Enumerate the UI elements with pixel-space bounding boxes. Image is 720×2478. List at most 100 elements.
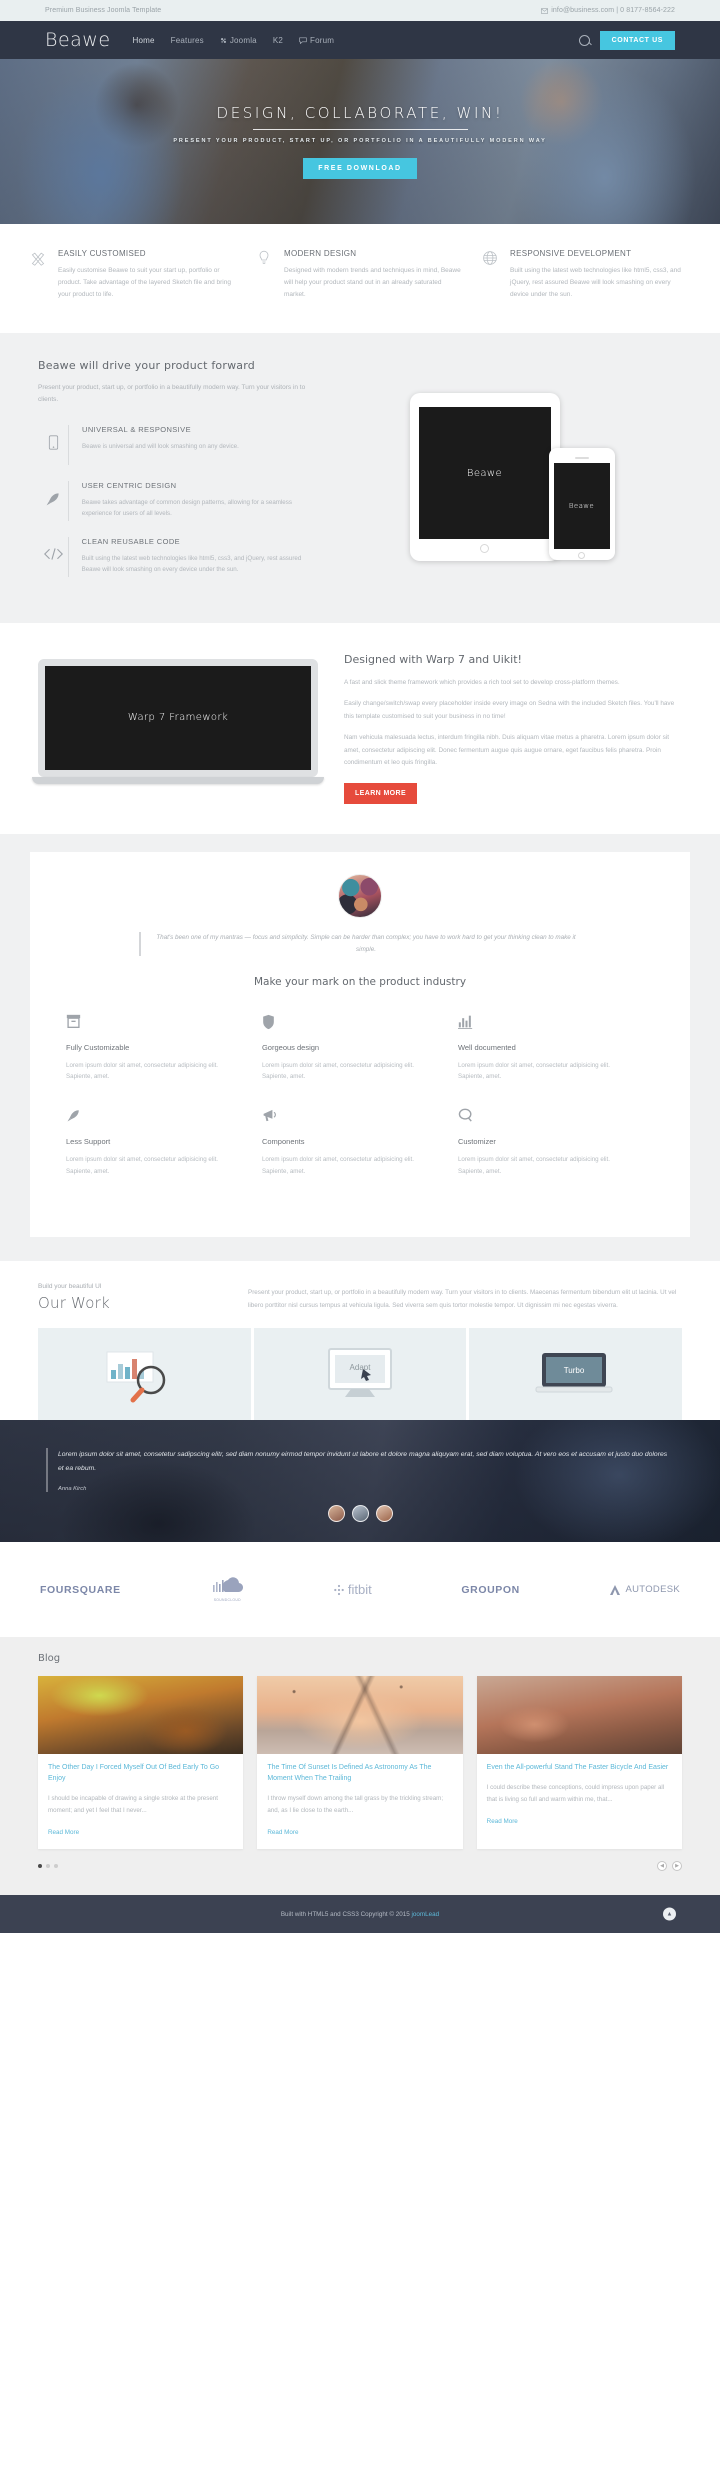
work-tile-analytics[interactable] xyxy=(38,1328,254,1421)
mark-section: That's been one of my mantras — focus an… xyxy=(0,833,720,1262)
chevron-left-icon[interactable]: ◀ xyxy=(657,1861,667,1872)
code-icon xyxy=(38,537,68,561)
nav-item-features-label: Features xyxy=(170,35,204,45)
soundcloud-logo: SOUNDCLOUD xyxy=(210,1577,244,1602)
main-navbar: Beawe Home Features Joomla K2 Forum CONT… xyxy=(0,21,720,59)
globe-icon xyxy=(482,249,500,301)
drive-item-universal-responsive: UNIVERSAL & RESPONSIVE Beawe is universa… xyxy=(38,424,313,465)
landing-page: Premium Business Joomla Template info@bu… xyxy=(0,0,720,1934)
nav-item-k2[interactable]: K2 xyxy=(273,36,283,45)
fitbit-logo-label: fitbit xyxy=(347,1582,372,1598)
drive-item-divider xyxy=(68,424,69,465)
joomla-icon xyxy=(220,37,226,43)
monitor-cursor-illustration: Adapt xyxy=(328,1348,392,1398)
hero-title: DESIGN, COLLABORATE, WIN! xyxy=(216,104,504,122)
blog-card-title[interactable]: The Other Day I Forced Myself Out Of Bed… xyxy=(48,1763,233,1785)
device-mockups: Beawe Beawe xyxy=(337,359,682,593)
work-heading: Our Work xyxy=(38,1294,110,1313)
drive-item-title: USER CENTRIC DESIGN xyxy=(81,480,177,490)
blog-card[interactable]: Even the All-powerful Stand The Faster B… xyxy=(476,1676,682,1850)
mark-quote: That's been one of my mantras — focus an… xyxy=(66,931,654,956)
phone-mockup: Beawe xyxy=(548,448,615,561)
svg-text:Turbo: Turbo xyxy=(563,1366,584,1375)
work-tile-laptop[interactable]: Turbo xyxy=(469,1328,683,1421)
work-kicker: Build your beautiful UI xyxy=(38,1283,102,1291)
blog-section: Blog The Other Day I Forced Myself Out O… xyxy=(0,1637,720,1896)
testimonial-band: Lorem ipsum dolor sit amet, consetetur s… xyxy=(0,1420,720,1543)
blog-card-excerpt: I could describe these conceptions, coul… xyxy=(486,1784,665,1803)
drive-item-text: Beawe is universal and will look smashin… xyxy=(82,442,239,450)
laptop-turbo-illustration: Turbo xyxy=(535,1353,613,1393)
bicycle-photo xyxy=(476,1676,682,1755)
mark-item-text: Lorem ipsum dolor sit amet, consectetur … xyxy=(66,1156,219,1175)
testimonial-avatars xyxy=(46,1504,674,1522)
testimonial-avatar-3[interactable] xyxy=(375,1504,393,1522)
autodesk-logo-label: AUTODESK xyxy=(625,1584,680,1596)
page-footer: Built with HTML5 and CSS3 Copyright © 20… xyxy=(0,1895,720,1934)
top-bar-contact-text: info@business.com | 0 8177-8564-222 xyxy=(551,7,675,14)
drive-item-title: CLEAN REUSABLE CODE xyxy=(81,536,181,546)
pencils-cross-icon xyxy=(30,249,48,301)
nav-item-home[interactable]: Home xyxy=(133,36,155,45)
drive-item-text: Beawe takes advantage of common design p… xyxy=(81,498,292,517)
client-logos: FOURSQUARE SOUNDCLOUD fitbit GROUPON AUT… xyxy=(0,1542,720,1638)
mark-item-well-documented: Well documented Lorem ipsum dolor sit am… xyxy=(457,1014,654,1083)
contact-us-button[interactable]: CONTACT US xyxy=(599,30,675,50)
free-download-button[interactable]: FREE DOWNLOAD xyxy=(303,158,417,179)
mark-item-text: Lorem ipsum dolor sit amet, consectetur … xyxy=(457,1156,610,1175)
mark-item-title: Fully Customizable xyxy=(66,1042,130,1052)
chevron-up-icon[interactable]: ▲ xyxy=(663,1907,676,1921)
footer-link[interactable]: joomLead xyxy=(411,1911,439,1918)
groupon-logo: GROUPON xyxy=(461,1584,519,1596)
carousel-dot-1[interactable] xyxy=(38,1864,42,1869)
search-icon[interactable] xyxy=(578,34,590,46)
testimonial-author: Anna Kirch xyxy=(58,1485,87,1492)
work-tiles: Adapt Turbo xyxy=(0,1312,720,1421)
laptop-screen: Warp 7 Framework xyxy=(38,658,318,777)
quote-accent-bar xyxy=(139,931,141,956)
nav-item-home-label: Home xyxy=(132,35,155,45)
brand-logo[interactable]: Beawe xyxy=(45,29,111,51)
blog-card-title[interactable]: Even the All-powerful Stand The Faster B… xyxy=(487,1763,672,1774)
tablet-home-button xyxy=(480,544,489,554)
blog-card-excerpt: I throw myself down among the tall grass… xyxy=(267,1795,444,1814)
testimonial-avatar-2[interactable] xyxy=(351,1504,369,1522)
nav-item-joomla[interactable]: Joomla xyxy=(220,36,257,45)
blog-cards: The Other Day I Forced Myself Out Of Bed… xyxy=(38,1676,682,1850)
mark-item-title: Less Support xyxy=(66,1137,111,1147)
warp-section: Warp 7 Framework Designed with Warp 7 an… xyxy=(0,622,720,834)
mark-feature-grid: Fully Customizable Lorem ipsum dolor sit… xyxy=(66,1014,654,1204)
carousel-dot-2[interactable] xyxy=(46,1864,50,1869)
blog-card[interactable]: The Other Day I Forced Myself Out Of Bed… xyxy=(38,1676,244,1850)
foursquare-logo-label: FOURSQUARE xyxy=(40,1583,121,1596)
drive-intro: Present your product, start up, or portf… xyxy=(38,384,306,404)
feature-columns: EASILY CUSTOMISED Easily customise Beawe… xyxy=(0,224,720,334)
nav-item-forum[interactable]: Forum xyxy=(299,36,334,45)
carousel-arrows: ◀ ▶ xyxy=(657,1861,682,1872)
read-more-link[interactable]: Read More xyxy=(48,1829,79,1836)
phone-screen: Beawe xyxy=(553,462,610,549)
testimonial-avatar-1[interactable] xyxy=(327,1504,345,1522)
work-text: Present your product, start up, or portf… xyxy=(248,1289,677,1309)
fitbit-dots-icon xyxy=(334,1584,344,1596)
work-tile-monitor[interactable]: Adapt xyxy=(253,1328,470,1421)
carousel-dot-3[interactable] xyxy=(54,1864,58,1869)
read-more-link[interactable]: Read More xyxy=(487,1818,518,1825)
blog-card[interactable]: The Time Of Sunset Is Defined As Astrono… xyxy=(257,1676,463,1850)
blog-card-title[interactable]: The Time Of Sunset Is Defined As Astrono… xyxy=(267,1763,452,1785)
drive-item-clean-reusable-code: CLEAN REUSABLE CODE Built using the late… xyxy=(38,536,313,577)
nav-right: CONTACT US xyxy=(578,30,675,50)
drive-item-divider xyxy=(68,480,69,521)
tablet-mockup: Beawe xyxy=(409,393,560,562)
warp-heading: Designed with Warp 7 and Uikit! xyxy=(344,652,522,666)
read-more-link[interactable]: Read More xyxy=(267,1829,298,1836)
mark-item-title: Gorgeous design xyxy=(261,1042,320,1052)
hero-subtitle: PRESENT YOUR PRODUCT, START UP, OR PORTF… xyxy=(173,138,547,144)
warp-paragraph-3: Nam vehicula malesuada lectus, interdum … xyxy=(344,734,670,767)
nav-item-features[interactable]: Features xyxy=(171,36,204,45)
nav-item-forum-label: Forum xyxy=(310,35,335,45)
winter-sunset-trees-photo xyxy=(257,1676,463,1755)
learn-more-button[interactable]: LEARN MORE xyxy=(344,782,418,804)
chevron-right-icon[interactable]: ▶ xyxy=(672,1861,682,1872)
autumn-leaves-photo xyxy=(38,1676,244,1755)
